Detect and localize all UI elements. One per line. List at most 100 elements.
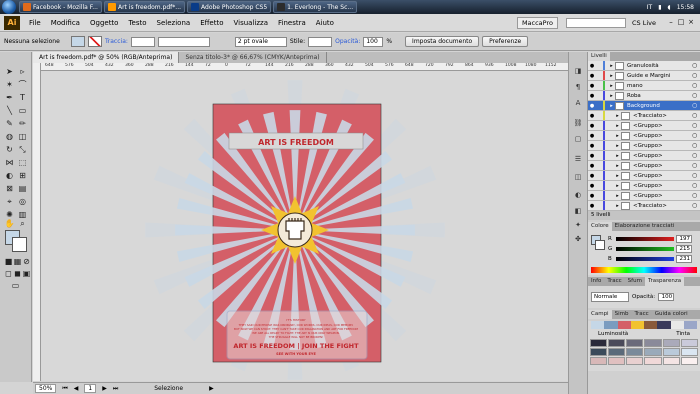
target-circle-icon[interactable]: ○	[692, 122, 700, 129]
rectangle-tool-icon[interactable]: ▭	[16, 105, 29, 117]
variation-swatch[interactable]	[662, 348, 680, 356]
channel-slider[interactable]	[616, 237, 674, 241]
taskbar-item-media[interactable]: 1. Everlong - The Sc...	[273, 1, 358, 13]
network-icon[interactable]: ▮	[658, 4, 661, 11]
document-setup-button[interactable]: Imposta documento	[405, 36, 480, 47]
target-circle-icon[interactable]: ○	[692, 102, 700, 109]
taskbar-item-firefox[interactable]: Facebook - Mozilla F...	[19, 1, 102, 13]
visibility-eye-icon[interactable]: ●	[588, 103, 596, 109]
tab-elaborazione-tracciati[interactable]: Elaborazione tracciati	[612, 222, 678, 231]
harmony-swatch[interactable]	[617, 321, 631, 329]
vertical-ruler[interactable]	[33, 63, 41, 381]
layer-row[interactable]: ● ▸ <Gruppo> ○	[588, 191, 700, 201]
language-indicator[interactable]: IT	[647, 4, 652, 11]
links-icon[interactable]: ⛓	[572, 118, 584, 129]
artwork[interactable]: ART IS FREEDOM IT'S HISTORY THEY SAID OU…	[41, 71, 568, 381]
tab-trasparenza[interactable]: Trasparenza	[644, 277, 685, 286]
magic-wand-tool-icon[interactable]: ✶	[3, 79, 16, 91]
tab-campioni[interactable]: Campi	[588, 310, 612, 319]
menu-visualizza[interactable]: Visualizza	[229, 19, 273, 27]
expand-triangle-icon[interactable]: ▸	[614, 133, 621, 139]
pencil-tool-icon[interactable]: ✏	[16, 118, 29, 130]
layer-row[interactable]: ● ▸ <Gruppo> ○	[588, 161, 700, 171]
layer-row[interactable]: ● ▸ <Gruppo> ○	[588, 181, 700, 191]
gradient-tool-icon[interactable]: ▤	[16, 183, 29, 195]
first-artboard-icon[interactable]: ⏮	[62, 385, 67, 393]
artboards-icon[interactable]: ▢	[572, 134, 584, 145]
visibility-eye-icon[interactable]: ●	[588, 193, 596, 199]
variation-swatch[interactable]	[590, 348, 608, 356]
horizontal-ruler[interactable]: 648 576 504 432 360 288 216 144 72 0 72 144 216 288 36…	[41, 63, 568, 71]
perspective-grid-tool-icon[interactable]: ⊞	[16, 170, 29, 182]
layer-row[interactable]: ● ▸ Granulosità ○	[588, 61, 700, 71]
expand-triangle-icon[interactable]: ▸	[608, 93, 615, 99]
expand-triangle-icon[interactable]: ▸	[614, 183, 621, 189]
layer-row[interactable]: ● ▸ <Gruppo> ○	[588, 171, 700, 181]
tab-info[interactable]: Info	[588, 277, 604, 286]
visibility-eye-icon[interactable]: ●	[588, 173, 596, 179]
pathfinder-icon[interactable]: ◫	[572, 172, 584, 183]
expand-triangle-icon[interactable]: ▸	[614, 143, 621, 149]
variation-swatch[interactable]	[662, 339, 680, 347]
variation-swatch[interactable]	[626, 348, 644, 356]
variation-swatch[interactable]	[608, 339, 626, 347]
variation-swatch[interactable]	[590, 339, 608, 347]
visibility-eye-icon[interactable]: ●	[588, 133, 596, 139]
target-circle-icon[interactable]: ○	[692, 72, 700, 79]
none-mode-icon[interactable]: ⊘	[20, 256, 33, 268]
menu-modifica[interactable]: Modifica	[46, 19, 85, 27]
menu-oggetto[interactable]: Oggetto	[85, 19, 123, 27]
zoom-select[interactable]: 50%	[35, 384, 57, 393]
fill-swatch[interactable]	[71, 36, 85, 47]
target-circle-icon[interactable]: ○	[692, 162, 700, 169]
channel-value[interactable]: 197	[676, 235, 692, 243]
layer-row[interactable]: ● ▸ Background ○	[588, 101, 700, 111]
shape-builder-tool-icon[interactable]: ◐	[3, 170, 16, 182]
variation-swatch[interactable]	[644, 339, 662, 347]
close-button[interactable]: ×	[686, 18, 696, 27]
stroke-swatch[interactable]	[88, 36, 102, 47]
harmony-swatch[interactable]	[591, 321, 605, 329]
visibility-eye-icon[interactable]: ●	[588, 203, 596, 209]
variation-swatch[interactable]	[626, 339, 644, 347]
menu-testo[interactable]: Testo	[123, 19, 151, 27]
visibility-eye-icon[interactable]: ●	[588, 63, 596, 69]
harmony-swatch[interactable]	[630, 321, 644, 329]
target-circle-icon[interactable]: ○	[692, 152, 700, 159]
cs-live-button[interactable]: CS Live	[632, 19, 656, 27]
preferences-button[interactable]: Preferenze	[482, 36, 529, 47]
target-circle-icon[interactable]: ○	[692, 142, 700, 149]
zoom-tool-icon[interactable]: ⌕	[16, 218, 29, 230]
variation-swatch[interactable]	[680, 348, 698, 356]
expand-triangle-icon[interactable]: ▸	[614, 113, 621, 119]
layer-row[interactable]: ● ▸ <Gruppo> ○	[588, 141, 700, 151]
layer-row[interactable]: ● ▸ mano ○	[588, 81, 700, 91]
target-circle-icon[interactable]: ○	[692, 132, 700, 139]
expand-triangle-icon[interactable]: ▸	[614, 173, 621, 179]
channel-value[interactable]: 215	[676, 245, 692, 253]
menu-effetto[interactable]: Effetto	[195, 19, 228, 27]
variation-swatch[interactable]	[662, 357, 680, 365]
visibility-eye-icon[interactable]: ●	[588, 183, 596, 189]
next-artboard-icon[interactable]: ▶	[102, 385, 107, 392]
target-circle-icon[interactable]: ○	[692, 192, 700, 199]
menu-seleziona[interactable]: Seleziona	[152, 19, 196, 27]
target-circle-icon[interactable]: ○	[692, 182, 700, 189]
artboard-canvas[interactable]: ART IS FREEDOM IT'S HISTORY THEY SAID OU…	[41, 71, 568, 381]
variation-swatch[interactable]	[680, 339, 698, 347]
lasso-tool-icon[interactable]: ⌒	[16, 79, 29, 91]
visibility-eye-icon[interactable]: ●	[588, 113, 596, 119]
stroke-color-box[interactable]	[12, 237, 27, 252]
target-circle-icon[interactable]: ○	[692, 202, 700, 209]
visibility-eye-icon[interactable]: ●	[588, 93, 596, 99]
tab-simboli[interactable]: Simb	[612, 310, 632, 319]
harmony-swatch[interactable]	[604, 321, 618, 329]
expand-triangle-icon[interactable]: ▸	[608, 103, 615, 109]
stroke-weight-select[interactable]	[130, 36, 155, 47]
type-tool-icon[interactable]: T	[16, 92, 29, 104]
target-circle-icon[interactable]: ○	[692, 112, 700, 119]
harmony-swatch[interactable]	[683, 321, 697, 329]
tab-senza-titolo[interactable]: Senza titolo-3* @ 66,67% (CMYK/Anteprima…	[179, 52, 327, 63]
clock[interactable]: 15:58	[677, 4, 694, 11]
paragraph-icon[interactable]: ¶	[572, 82, 584, 93]
